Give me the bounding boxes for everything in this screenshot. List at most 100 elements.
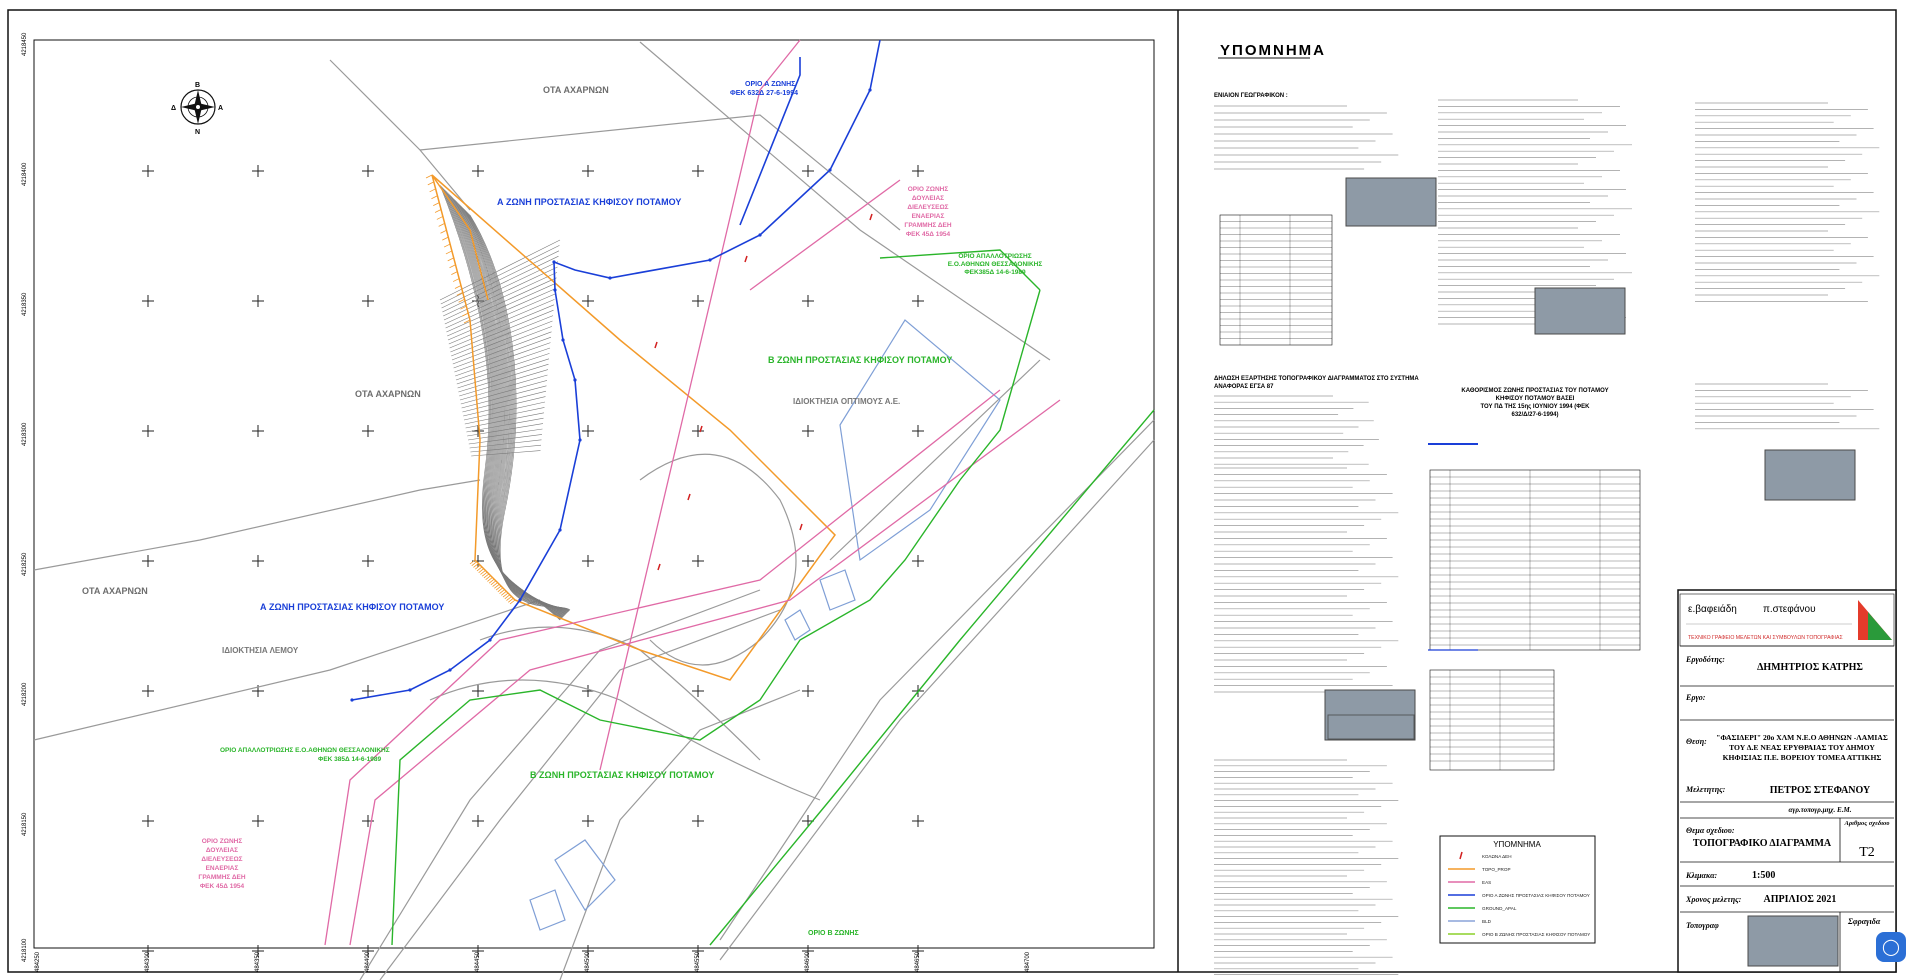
section-declaration-sub: ΑΝΑΦΟΡΑΣ ΕΓΣΑ 87 bbox=[1214, 384, 1274, 390]
scale-label: Κλιμακα: bbox=[1685, 871, 1717, 880]
drawing-number: Τ2 bbox=[1859, 845, 1875, 860]
y-tick-label: 4218200 bbox=[22, 682, 28, 706]
chat-button[interactable]: ◯ bbox=[1876, 932, 1906, 962]
project-label: Εργο: bbox=[1685, 693, 1706, 702]
label-expropriation-left-fek: ΦΕΚ 385Δ 14-6-1989 bbox=[318, 756, 382, 763]
dei-bottom-line: ΕΝΑΕΡΙΑΣ bbox=[206, 865, 239, 872]
label-optimus: ΙΔΙΟΚΤΗΣΙΑ ΟΠΤΙΜΟΥΣ Α.Ε. bbox=[793, 397, 900, 406]
zone-a-vertex bbox=[488, 638, 492, 642]
zone-a-vertex bbox=[553, 288, 557, 292]
compass-north: Β bbox=[195, 82, 200, 89]
expropriation-right-line: ΟΡΙΟ ΑΠΑΛΛΟΤΡΙΩΣΗΣ bbox=[958, 253, 1031, 260]
zone-a-vertex bbox=[552, 260, 556, 264]
zone-a-vertex bbox=[518, 598, 522, 602]
label-orio-b: ΟΡΙΟ Β ΖΩΝΗΣ bbox=[808, 930, 859, 937]
symbol-label: EAS bbox=[1482, 880, 1491, 885]
symbol-label: GROUND_APAL bbox=[1482, 906, 1517, 911]
symbol-label: ΟΡΙΟ Β ΖΩΝΗΣ ΠΡΟΣΤΑΣΙΑΣ ΚΗΦΙΣΟΥ ΠΟΤΑΜΟΥ bbox=[1482, 932, 1590, 937]
label-zone-a-bottom: Α ΖΩΝΗ ΠΡΟΣΤΑΣΙΑΣ ΚΗΦΙΣΟΥ ΠΟΤΑΜΟΥ bbox=[260, 602, 444, 612]
dei-top-line: ΦΕΚ 45Δ 1954 bbox=[906, 231, 951, 238]
label-orio-a: ΟΡΙΟ Α ΖΩΝΗΣ bbox=[745, 81, 795, 88]
zone-definition-line: ΤΟΥ ΠΔ ΤΗΣ 15ης ΙΟΥΝΙΟΥ 1994 (ΦΕΚ bbox=[1480, 404, 1590, 410]
stamp bbox=[1345, 177, 1437, 227]
label-zone-b-right: Β ΖΩΝΗ ΠΡΟΣΤΑΣΙΑΣ ΚΗΦΙΣΟΥ ΠΟΤΑΜΟΥ bbox=[768, 355, 952, 365]
location-label: Θεση: bbox=[1686, 737, 1707, 746]
dei-top-line: ΔΙΕΛΕΥΣΕΩΣ bbox=[907, 204, 948, 211]
chat-icon: ◯ bbox=[1882, 939, 1900, 956]
compass-east: Α bbox=[218, 105, 223, 112]
zone-a-vertex bbox=[558, 528, 562, 532]
compass-south: Ν bbox=[195, 129, 200, 136]
y-tick-label: 4218100 bbox=[22, 938, 28, 962]
y-tick-label: 4218400 bbox=[22, 162, 28, 186]
subject-value: ΤΟΠΟΓΡΑΦΙΚΟ ΔΙΑΓΡΑΜΜΑ bbox=[1693, 838, 1832, 849]
zone-definition-line: 632/Δ/27-6-1994) bbox=[1511, 412, 1558, 418]
subject-label: Θεμα σχεδιου: bbox=[1686, 826, 1735, 835]
y-tick-label: 4218350 bbox=[22, 292, 28, 316]
label-orio-a-fek: ΦΕΚ 632Δ 27-6-1994 bbox=[730, 90, 798, 97]
stamp bbox=[1764, 449, 1856, 501]
symbol-legend-title: ΥΠΟΜΝΗΜΑ bbox=[1493, 840, 1541, 849]
zone-a-vertex bbox=[608, 276, 612, 280]
firm-tagline: ΤΕΧΝΙΚΟ ΓΡΑΦΕΙΟ ΜΕΛΕΤΩΝ ΚΑΙ ΣΥΜΒΟΥΛΩΝ ΤΟ… bbox=[1688, 635, 1843, 641]
designer-value: ΠΕΤΡΟΣ ΣΤΕΦΑΝΟΥ bbox=[1770, 785, 1871, 796]
surveyor-stamp bbox=[1747, 915, 1839, 967]
surveyor-label: Τοπογραφ bbox=[1686, 921, 1719, 930]
legend-title: ΥΠΟΜΝΗΜΑ bbox=[1220, 42, 1326, 59]
section-declaration: ΔΗΛΩΣΗ ΕΞΑΡΤΗΣΗΣ ΤΟΠΟΓΡΑΦΙΚΟΥ ΔΙΑΓΡΑΜΜΑΤ… bbox=[1214, 376, 1419, 382]
label-zone-a-top: Α ΖΩΝΗ ΠΡΟΣΤΑΣΙΑΣ ΚΗΦΙΣΟΥ ΠΟΤΑΜΟΥ bbox=[497, 197, 681, 207]
firm-name-left: ε.βαφειάδη bbox=[1688, 603, 1737, 615]
label-expropriation-left: ΟΡΙΟ ΑΠΑΛΛΟΤΡΙΩΣΗΣ Ε.Ο.ΑΘΗΝΩΝ ΘΕΣΣΑΛΟΝΙΚ… bbox=[220, 747, 390, 754]
zone-a-vertex bbox=[561, 338, 565, 342]
dei-bottom-line: ΓΡΑΜΜΗΣ ΔΕΗ bbox=[198, 874, 245, 881]
drawing-number-label: Αριθμος σχεδιου bbox=[1844, 820, 1890, 827]
label-ota-top: ΟΤΑ ΑΧΑΡΝΩΝ bbox=[543, 85, 609, 95]
label-ota-low: ΟΤΑ ΑΧΑΡΝΩΝ bbox=[82, 586, 148, 596]
dei-top-line: ΕΝΑΕΡΙΑΣ bbox=[912, 213, 945, 220]
x-tick-label: 484250 bbox=[35, 951, 41, 972]
dei-bottom-line: ΔΙΕΛΕΥΣΕΩΣ bbox=[201, 856, 242, 863]
zone-a-vertex bbox=[408, 688, 412, 692]
zone-a-vertex bbox=[708, 258, 712, 262]
compass-west: Δ bbox=[171, 105, 176, 112]
study-date-value: ΑΠΡΙΛΙΟΣ 2021 bbox=[1764, 894, 1837, 905]
employer-label: Εργοδότης: bbox=[1685, 655, 1725, 664]
dei-top-line: ΓΡΑΜΜΗΣ ΔΕΗ bbox=[904, 222, 951, 229]
zone-definition-line: ΚΑΘΟΡΙΣΜΟΣ ΖΩΝΗΣ ΠΡΟΣΤΑΣΙΑΣ ΤΟΥ ΠΟΤΑΜΟΥ bbox=[1461, 388, 1608, 394]
expropriation-right-line: Ε.Ο.ΑΘΗΝΩΝ ΘΕΣΣΑΛΟΝΙΚΗΣ bbox=[948, 261, 1043, 268]
symbol-legend: ΥΠΟΜΝΗΜΑ ΚΟΛΩΝΑ ΔΕΗ TOPO_PROP EAS ΟΡΙΟ Α ΖΩ… bbox=[1439, 835, 1596, 944]
x-tick-label: 484700 bbox=[1025, 951, 1031, 972]
label-zone-b-bottom: Β ΖΩΝΗ ΠΡΟΣΤΑΣΙΑΣ ΚΗΦΙΣΟΥ ΠΟΤΑΜΟΥ bbox=[530, 770, 714, 780]
stamp bbox=[1534, 287, 1626, 335]
signatures-label: Σφραγιδα bbox=[1847, 917, 1881, 926]
zone-a-vertex bbox=[350, 698, 354, 702]
expropriation-right-line: ΦΕΚ385Δ 14-6-1989 bbox=[964, 269, 1026, 276]
location-value: "ΦΑΣΙΔΕΡΙ" 20ο ΧΛΜ Ν.Ε.Ο ΑΘΗΝΩΝ -ΛΑΜΙΑΣ … bbox=[1716, 733, 1888, 762]
designer-label: Μελετητης: bbox=[1685, 785, 1726, 794]
firm-name-right: π.στεφάνου bbox=[1763, 603, 1816, 615]
y-tick-label: 4218300 bbox=[22, 422, 28, 446]
label-lemou: ΙΔΙΟΚΤΗΣΙΑ ΛΕΜΟΥ bbox=[222, 646, 299, 655]
symbol-label: BLD bbox=[1482, 919, 1492, 924]
section-general: ΕΝΙΑΙΟΝ ΓΕΩΓΡΑΦΙΚΟΝ : bbox=[1214, 93, 1288, 99]
title-block: ε.βαφειάδη π.στεφάνου ΤΕΧΝΙΚΟ ΓΡΑΦΕΙΟ ΜΕ… bbox=[1677, 589, 1897, 973]
y-tick-label: 4218450 bbox=[22, 32, 28, 56]
zone-a-vertex bbox=[448, 668, 452, 672]
y-tick-label: 4218250 bbox=[22, 552, 28, 576]
zone-a-vertex bbox=[758, 233, 762, 237]
zone-a-vertex bbox=[828, 168, 832, 172]
dei-bottom-line: ΟΡΙΟ ΖΩΝΗΣ bbox=[202, 838, 243, 845]
zone-a-vertex bbox=[868, 88, 872, 92]
dei-top-line: ΟΡΙΟ ΖΩΝΗΣ bbox=[908, 186, 949, 193]
dei-bottom-line: ΔΟΥΛΕΙΑΣ bbox=[206, 847, 238, 854]
zone-a-vertex bbox=[578, 438, 582, 442]
symbol-label: ΟΡΙΟ Α ΖΩΝΗΣ ΠΡΟΣΤΑΣΙΑΣ ΚΗΦΙΣΟΥ ΠΟΤΑΜΟΥ bbox=[1482, 893, 1590, 898]
symbol-label: TOPO_PROP bbox=[1482, 867, 1511, 872]
dei-top-line: ΔΟΥΛΕΙΑΣ bbox=[912, 195, 944, 202]
zone-a-vertex bbox=[573, 378, 577, 382]
label-ota-mid: ΟΤΑ ΑΧΑΡΝΩΝ bbox=[355, 389, 421, 399]
zone-definition-line: ΚΗΦΙΣΟΥ ΠΟΤΑΜΟΥ ΒΑΣΕΙ bbox=[1496, 396, 1575, 402]
study-date-label: Χρονος μελετης: bbox=[1685, 895, 1742, 904]
stamp bbox=[1327, 714, 1415, 740]
dei-bottom-line: ΦΕΚ 45Δ 1954 bbox=[200, 883, 245, 890]
